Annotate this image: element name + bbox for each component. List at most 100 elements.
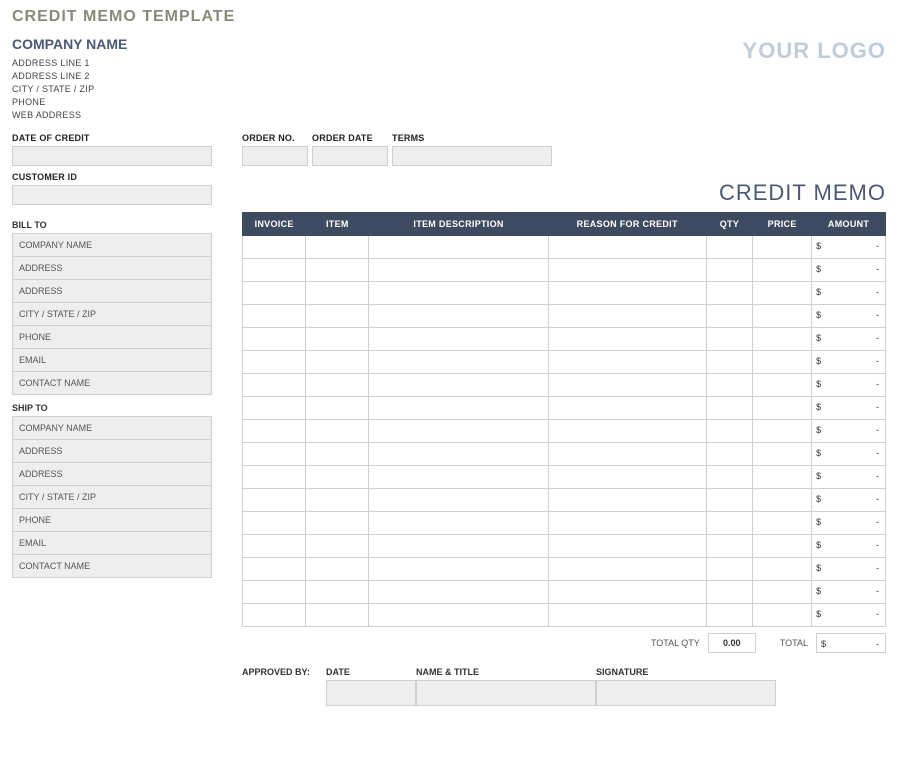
item-cell[interactable]: [753, 374, 812, 397]
item-cell[interactable]: [243, 512, 306, 535]
ship-to-company[interactable]: COMPANY NAME: [13, 417, 212, 440]
item-cell[interactable]: [548, 581, 706, 604]
order-date-input[interactable]: [312, 146, 388, 166]
item-cell[interactable]: [548, 351, 706, 374]
item-cell[interactable]: [706, 489, 752, 512]
item-cell[interactable]: [753, 604, 812, 627]
item-cell[interactable]: [243, 558, 306, 581]
item-cell[interactable]: [369, 328, 548, 351]
item-cell[interactable]: [369, 604, 548, 627]
item-cell[interactable]: [243, 259, 306, 282]
item-cell[interactable]: [306, 374, 369, 397]
item-cell[interactable]: [753, 512, 812, 535]
item-cell[interactable]: [548, 535, 706, 558]
item-cell[interactable]: [706, 282, 752, 305]
item-cell[interactable]: [369, 351, 548, 374]
item-cell[interactable]: [369, 374, 548, 397]
item-cell[interactable]: [243, 374, 306, 397]
item-cell[interactable]: [306, 512, 369, 535]
item-cell[interactable]: [753, 305, 812, 328]
item-cell[interactable]: [753, 420, 812, 443]
item-cell[interactable]: [306, 581, 369, 604]
approval-date-input[interactable]: [326, 680, 416, 706]
item-cell[interactable]: [306, 443, 369, 466]
item-cell[interactable]: [243, 328, 306, 351]
item-cell[interactable]: [548, 420, 706, 443]
item-cell[interactable]: [753, 351, 812, 374]
item-cell[interactable]: [706, 535, 752, 558]
ship-to-city[interactable]: CITY / STATE / ZIP: [13, 486, 212, 509]
bill-to-city[interactable]: CITY / STATE / ZIP: [13, 303, 212, 326]
terms-input[interactable]: [392, 146, 552, 166]
bill-to-company[interactable]: COMPANY NAME: [13, 234, 212, 257]
item-cell[interactable]: [753, 558, 812, 581]
item-cell[interactable]: [706, 512, 752, 535]
item-cell[interactable]: [306, 305, 369, 328]
item-cell[interactable]: [548, 374, 706, 397]
item-cell[interactable]: [243, 351, 306, 374]
bill-to-address-1[interactable]: ADDRESS: [13, 257, 212, 280]
item-cell[interactable]: [753, 259, 812, 282]
item-cell[interactable]: [706, 305, 752, 328]
customer-id-input[interactable]: [12, 185, 212, 205]
item-cell[interactable]: [306, 351, 369, 374]
item-cell[interactable]: [306, 466, 369, 489]
item-cell[interactable]: [548, 466, 706, 489]
item-cell[interactable]: [243, 466, 306, 489]
item-cell[interactable]: [243, 282, 306, 305]
item-cell[interactable]: [369, 466, 548, 489]
item-cell[interactable]: [548, 443, 706, 466]
item-cell[interactable]: [548, 259, 706, 282]
item-cell[interactable]: [706, 466, 752, 489]
item-cell[interactable]: [548, 236, 706, 259]
item-cell[interactable]: [243, 236, 306, 259]
item-cell[interactable]: [548, 397, 706, 420]
ship-to-contact[interactable]: CONTACT NAME: [13, 555, 212, 578]
item-cell[interactable]: [706, 236, 752, 259]
item-cell[interactable]: [369, 420, 548, 443]
bill-to-contact[interactable]: CONTACT NAME: [13, 372, 212, 395]
item-cell[interactable]: [369, 558, 548, 581]
item-cell[interactable]: [306, 420, 369, 443]
item-cell[interactable]: [548, 328, 706, 351]
item-cell[interactable]: [306, 397, 369, 420]
date-of-credit-input[interactable]: [12, 146, 212, 166]
ship-to-address-1[interactable]: ADDRESS: [13, 440, 212, 463]
item-cell[interactable]: [753, 328, 812, 351]
item-cell[interactable]: [548, 558, 706, 581]
item-cell[interactable]: [306, 236, 369, 259]
item-cell[interactable]: [306, 259, 369, 282]
item-cell[interactable]: [369, 282, 548, 305]
item-cell[interactable]: [706, 558, 752, 581]
item-cell[interactable]: [243, 604, 306, 627]
item-cell[interactable]: [753, 282, 812, 305]
item-cell[interactable]: [548, 282, 706, 305]
item-cell[interactable]: [243, 443, 306, 466]
item-cell[interactable]: [706, 581, 752, 604]
item-cell[interactable]: [753, 581, 812, 604]
item-cell[interactable]: [548, 305, 706, 328]
item-cell[interactable]: [369, 305, 548, 328]
item-cell[interactable]: [369, 443, 548, 466]
item-cell[interactable]: [306, 489, 369, 512]
item-cell[interactable]: [753, 466, 812, 489]
item-cell[interactable]: [369, 489, 548, 512]
item-cell[interactable]: [706, 374, 752, 397]
item-cell[interactable]: [706, 259, 752, 282]
item-cell[interactable]: [706, 604, 752, 627]
item-cell[interactable]: [369, 512, 548, 535]
ship-to-address-2[interactable]: ADDRESS: [13, 463, 212, 486]
item-cell[interactable]: [369, 581, 548, 604]
item-cell[interactable]: [243, 420, 306, 443]
item-cell[interactable]: [369, 259, 548, 282]
item-cell[interactable]: [243, 305, 306, 328]
item-cell[interactable]: [243, 397, 306, 420]
item-cell[interactable]: [369, 236, 548, 259]
item-cell[interactable]: [306, 282, 369, 305]
item-cell[interactable]: [306, 604, 369, 627]
item-cell[interactable]: [548, 604, 706, 627]
item-cell[interactable]: [548, 512, 706, 535]
approval-signature-input[interactable]: [596, 680, 776, 706]
item-cell[interactable]: [753, 535, 812, 558]
item-cell[interactable]: [706, 397, 752, 420]
